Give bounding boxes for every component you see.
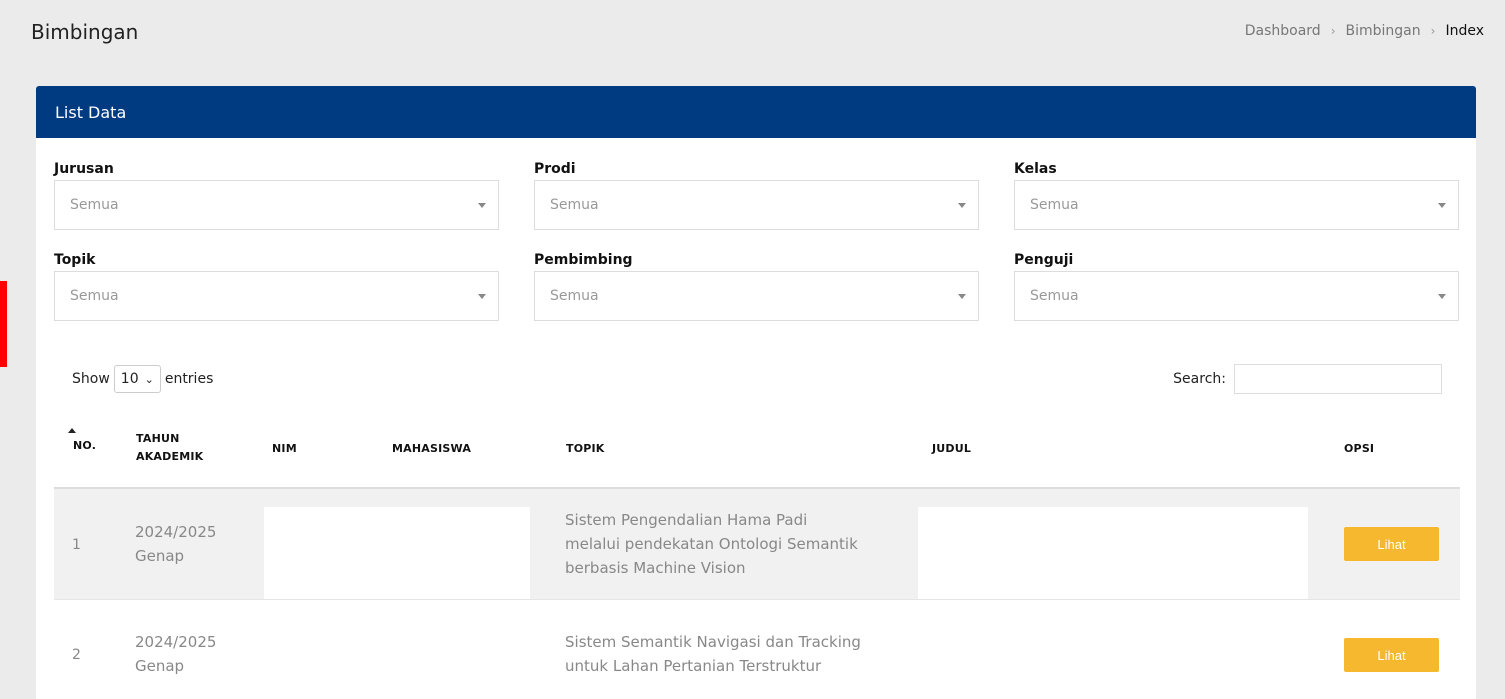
row-number: 1 — [72, 537, 81, 553]
filter-prodi-label: Prodi — [534, 161, 576, 177]
tahun-cell-line2: Genap — [135, 657, 185, 675]
filter-kelas-label: Kelas — [1014, 161, 1057, 177]
filter-topik-label: Topik — [54, 252, 96, 268]
topik-cell-line3: berbasis Machine Vision — [565, 559, 746, 577]
column-header-no[interactable]: NO. — [73, 439, 96, 452]
chevron-down-icon — [478, 202, 486, 208]
kelas-select[interactable]: Semua — [1014, 180, 1459, 230]
filter-prodi: Prodi Semua — [534, 159, 979, 230]
table-row: 1 2024/2025 Genap Sistem Pengendalian Ha… — [54, 489, 1460, 599]
jurusan-select[interactable]: Semua — [54, 180, 499, 230]
topik-cell-line1: Sistem Semantik Navigasi dan Tracking — [565, 633, 861, 651]
penguji-select-value: Semua — [1030, 288, 1079, 304]
tahun-cell-line1: 2024/2025 — [135, 523, 217, 541]
entries-length-select[interactable]: 10 ⌄ — [113, 365, 161, 393]
list-data-card: List Data Jurusan Semua Prodi Semua Kela… — [36, 86, 1476, 699]
table-search: Search: — [1173, 364, 1442, 394]
column-header-topik[interactable]: TOPIK — [566, 442, 605, 455]
topik-cell: Sistem Pengendalian Hama Padi melalui pe… — [565, 508, 858, 580]
penguji-select[interactable]: Semua — [1014, 271, 1459, 321]
breadcrumb: Dashboard › Bimbingan › Index — [1245, 23, 1484, 39]
pembimbing-select[interactable]: Semua — [534, 271, 979, 321]
column-header-tahun-akademik[interactable]: TAHUN AKADEMIK — [136, 430, 203, 466]
show-label: Show — [72, 371, 110, 387]
filter-penguji: Penguji Semua — [1014, 250, 1459, 321]
search-label: Search: — [1173, 371, 1226, 387]
show-entries: Show 10 ⌄ entries — [72, 365, 213, 393]
column-header-mahasiswa[interactable]: MAHASISWA — [392, 442, 471, 455]
card-header: List Data — [36, 86, 1476, 138]
column-header-opsi[interactable]: OPSI — [1344, 442, 1374, 455]
kelas-select-value: Semua — [1030, 197, 1079, 213]
tahun-akademik-cell: 2024/2025 Genap — [135, 520, 216, 568]
chevron-down-icon — [958, 293, 966, 299]
lihat-button[interactable]: Lihat — [1344, 527, 1439, 561]
chevron-down-icon: ⌄ — [144, 372, 154, 386]
breadcrumb-separator-icon: › — [1430, 24, 1436, 38]
nim-mahasiswa-cell — [264, 507, 530, 599]
column-header-judul[interactable]: JUDUL — [932, 442, 971, 455]
chevron-down-icon — [478, 293, 486, 299]
filter-kelas: Kelas Semua — [1014, 159, 1459, 230]
chevron-down-icon — [958, 202, 966, 208]
tahun-akademik-cell: 2024/2025 Genap — [135, 630, 216, 678]
prodi-select[interactable]: Semua — [534, 180, 979, 230]
prodi-select-value: Semua — [550, 197, 599, 213]
table-row: 2 2024/2025 Genap Sistem Semantik Naviga… — [54, 599, 1460, 699]
topik-select-value: Semua — [70, 288, 119, 304]
breadcrumb-separator-icon: › — [1330, 24, 1336, 38]
pembimbing-select-value: Semua — [550, 288, 599, 304]
filter-jurusan-label: Jurusan — [54, 161, 114, 177]
column-header-tahun-line2: AKADEMIK — [136, 450, 204, 463]
column-header-nim[interactable]: NIM — [272, 442, 297, 455]
page-title: Bimbingan — [31, 20, 139, 44]
filter-topik: Topik Semua — [54, 250, 499, 321]
judul-cell — [918, 507, 1308, 599]
topik-select[interactable]: Semua — [54, 271, 499, 321]
filter-penguji-label: Penguji — [1014, 252, 1074, 268]
jurusan-select-value: Semua — [70, 197, 119, 213]
tahun-cell-line1: 2024/2025 — [135, 633, 217, 651]
breadcrumb-bimbingan-link[interactable]: Bimbingan — [1346, 23, 1421, 39]
filter-pembimbing: Pembimbing Semua — [534, 250, 979, 321]
chevron-down-icon — [1438, 202, 1446, 208]
search-input[interactable] — [1234, 364, 1442, 394]
tahun-cell-line2: Genap — [135, 547, 185, 565]
entries-label: entries — [164, 371, 214, 387]
breadcrumb-current: Index — [1445, 23, 1484, 39]
red-marker — [0, 281, 7, 367]
topik-cell-line2: untuk Lahan Pertanian Terstruktur — [565, 657, 822, 675]
sort-asc-icon[interactable] — [68, 428, 76, 433]
filter-pembimbing-label: Pembimbing — [534, 252, 633, 268]
entries-length-value: 10 — [120, 371, 139, 387]
lihat-button[interactable]: Lihat — [1344, 638, 1439, 672]
topik-cell-line1: Sistem Pengendalian Hama Padi — [565, 511, 808, 529]
chevron-down-icon — [1438, 293, 1446, 299]
topik-cell: Sistem Semantik Navigasi dan Tracking un… — [565, 630, 861, 678]
row-number: 2 — [72, 647, 81, 663]
column-header-tahun-line1: TAHUN — [136, 432, 180, 445]
topik-cell-line2: melalui pendekatan Ontologi Semantik — [565, 535, 858, 553]
card-title: List Data — [55, 102, 127, 122]
breadcrumb-dashboard-link[interactable]: Dashboard — [1245, 23, 1321, 39]
filter-jurusan: Jurusan Semua — [54, 159, 499, 230]
